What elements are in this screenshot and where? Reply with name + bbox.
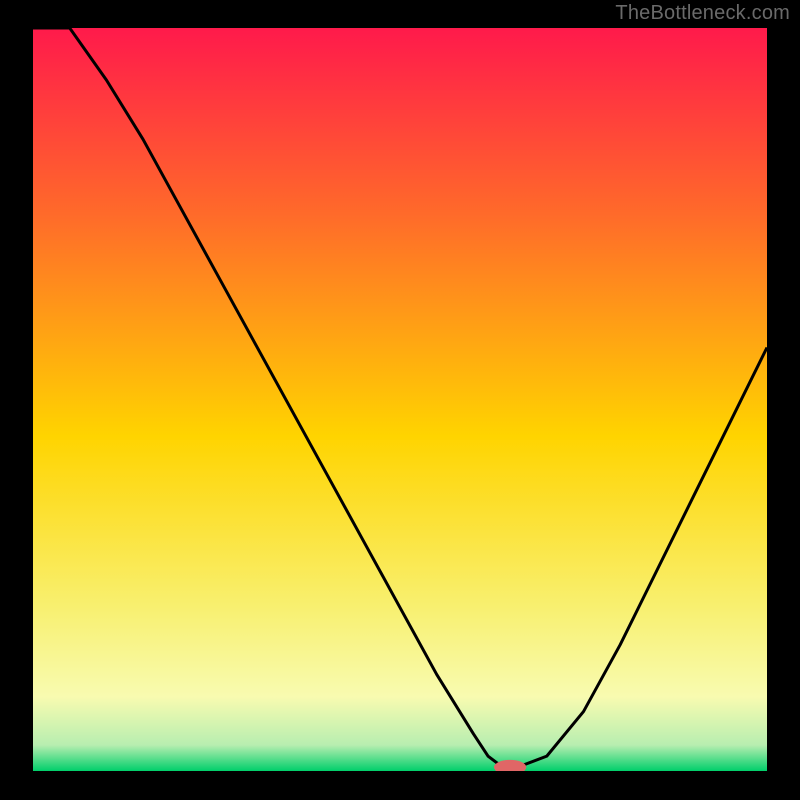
bottleneck-chart [33, 28, 767, 771]
attribution-text: TheBottleneck.com [615, 2, 790, 25]
chart-container: TheBottleneck.com [0, 0, 800, 800]
plot-area [33, 28, 767, 771]
